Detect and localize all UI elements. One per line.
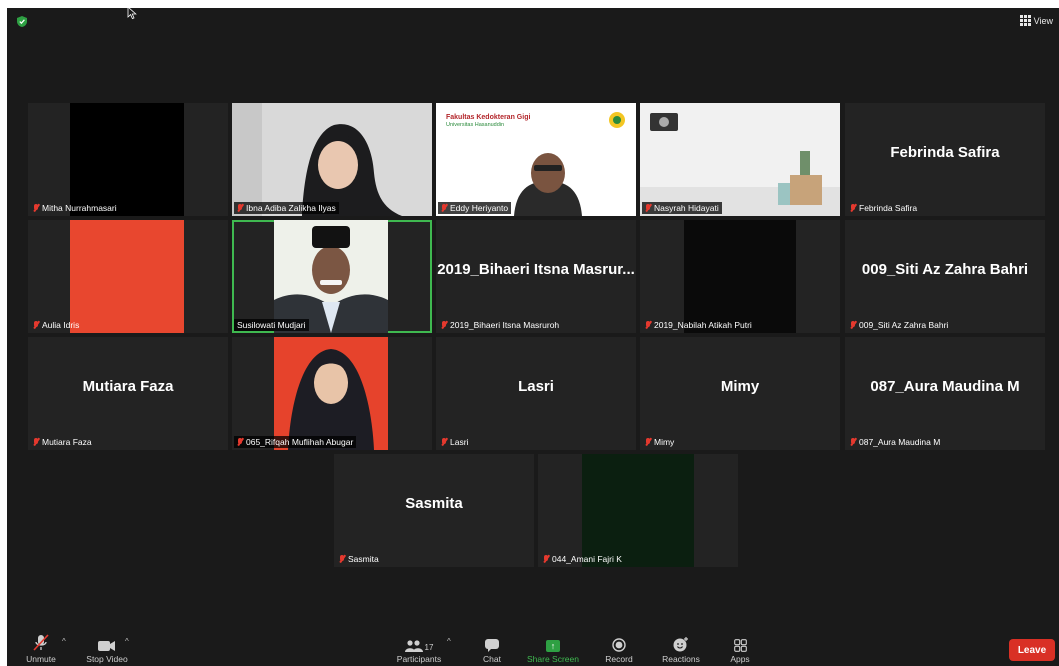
video-feed bbox=[274, 220, 388, 333]
participants-icon bbox=[404, 640, 423, 652]
participant-nameplate: 087_Aura Maudina M bbox=[847, 436, 943, 448]
participant-center-name: 009_Siti Az Zahra Bahri bbox=[861, 261, 1029, 278]
view-button[interactable]: View bbox=[1019, 15, 1053, 26]
record-icon bbox=[612, 638, 626, 652]
mic-muted-icon bbox=[850, 321, 856, 329]
participant-center-name: Sasmita bbox=[405, 495, 463, 512]
participant-nameplate: 065_Rifqah Muflihah Abugar bbox=[234, 436, 357, 448]
mic-muted-icon bbox=[441, 321, 447, 329]
mic-muted-icon bbox=[237, 204, 243, 212]
participant-center-name: Febrinda Safira bbox=[890, 144, 1000, 161]
mic-muted-icon bbox=[645, 438, 651, 446]
participant-tile[interactable]: 065_Rifqah Muflihah Abugar bbox=[232, 337, 432, 450]
participant-nameplate: Nasyrah Hidayati bbox=[642, 202, 722, 214]
participant-tile[interactable]: 044_Amani Fajri K bbox=[538, 454, 738, 567]
participant-tile[interactable]: Mitha Nurrahmasari bbox=[28, 103, 228, 216]
reactions-button[interactable]: Reactions bbox=[657, 634, 705, 664]
mic-muted-icon bbox=[441, 204, 447, 212]
participant-nameplate: Febrinda Safira bbox=[847, 202, 920, 214]
video-feed bbox=[70, 103, 184, 216]
participant-tile[interactable]: Lasri Lasri bbox=[436, 337, 636, 450]
mic-muted-icon bbox=[33, 204, 39, 212]
record-button[interactable]: Record bbox=[601, 634, 637, 664]
participant-center-name: Mimy bbox=[720, 378, 760, 395]
mic-muted-icon bbox=[645, 204, 651, 212]
participant-nameplate: 009_Siti Az Zahra Bahri bbox=[847, 319, 951, 331]
mic-muted-icon bbox=[850, 438, 856, 446]
security-shield-icon[interactable] bbox=[17, 16, 27, 27]
mouse-pointer-icon bbox=[127, 8, 137, 20]
participant-tile[interactable]: Mimy Mimy bbox=[640, 337, 840, 450]
participants-options-chevron-icon[interactable]: ^ bbox=[447, 637, 451, 646]
apps-icon bbox=[733, 639, 747, 652]
participant-nameplate: Lasri bbox=[438, 436, 471, 448]
audio-options-chevron-icon[interactable]: ^ bbox=[62, 637, 66, 646]
zoom-meeting-window: View Mitha Nurrahmasari Ibna Adiba Zalik… bbox=[7, 8, 1059, 666]
video-feed bbox=[232, 103, 432, 216]
participant-tile[interactable]: Nasyrah Hidayati bbox=[640, 103, 840, 216]
participant-center-name: Mutiara Faza bbox=[82, 378, 174, 395]
participant-nameplate: Sasmita bbox=[336, 553, 382, 565]
participant-nameplate: Ibna Adiba Zalikha Ilyas bbox=[234, 202, 339, 214]
participant-tile[interactable]: 009_Siti Az Zahra Bahri 009_Siti Az Zahr… bbox=[845, 220, 1045, 333]
video-feed bbox=[274, 337, 388, 450]
active-speaker-tile[interactable]: Susilowati Mudjari bbox=[232, 220, 432, 333]
chat-bubble-icon bbox=[485, 639, 499, 652]
mic-muted-icon bbox=[33, 438, 39, 446]
video-camera-icon bbox=[98, 641, 115, 651]
apps-button[interactable]: Apps bbox=[725, 634, 755, 664]
participant-nameplate: 2019_Nabilah Atikah Putri bbox=[642, 319, 755, 331]
participant-center-name: Lasri bbox=[518, 378, 554, 395]
participant-nameplate: Susilowati Mudjari bbox=[234, 319, 309, 331]
participant-tile[interactable]: 2019_Bihaeri Itsna Masrur... 2019_Bihaer… bbox=[436, 220, 636, 333]
mic-muted-icon bbox=[543, 555, 549, 563]
participant-tile[interactable]: Fakultas Kedokteran Gigi Universitas Has… bbox=[436, 103, 636, 216]
participant-nameplate: Aulia Idris bbox=[30, 319, 82, 331]
microphone-muted-icon bbox=[33, 634, 49, 651]
participant-nameplate: 044_Amani Fajri K bbox=[540, 553, 625, 565]
video-feed bbox=[640, 103, 840, 216]
mic-muted-icon bbox=[850, 204, 856, 212]
mic-muted-icon bbox=[645, 321, 651, 329]
video-feed bbox=[582, 454, 694, 567]
participant-tile[interactable]: Mutiara Faza Mutiara Faza bbox=[28, 337, 228, 450]
participant-nameplate: Mimy bbox=[642, 436, 677, 448]
meeting-toolbar: Unmute ^ Stop Video ^ 17 Participants ^ … bbox=[7, 630, 1059, 666]
participant-tile[interactable]: 087_Aura Maudina M 087_Aura Maudina M bbox=[845, 337, 1045, 450]
participant-tile[interactable]: Aulia Idris bbox=[28, 220, 228, 333]
participants-button[interactable]: 17 Participants bbox=[391, 634, 447, 664]
participant-center-name: 2019_Bihaeri Itsna Masrur... bbox=[437, 261, 635, 278]
mic-muted-icon bbox=[237, 438, 243, 446]
participant-tile[interactable]: Febrinda Safira Febrinda Safira bbox=[845, 103, 1045, 216]
participant-tile[interactable]: 2019_Nabilah Atikah Putri bbox=[640, 220, 840, 333]
grid-icon bbox=[1019, 15, 1031, 26]
reaction-smiley-icon bbox=[673, 637, 688, 652]
participant-nameplate: Mutiara Faza bbox=[30, 436, 95, 448]
participant-nameplate: Eddy Heriyanto bbox=[438, 202, 512, 214]
participant-tile[interactable]: Ibna Adiba Zalikha Ilyas bbox=[232, 103, 432, 216]
mic-muted-icon bbox=[33, 321, 39, 329]
leave-meeting-button[interactable]: Leave bbox=[1009, 639, 1055, 661]
unmute-button[interactable]: Unmute bbox=[23, 634, 59, 664]
participant-center-name: 087_Aura Maudina M bbox=[870, 378, 1020, 395]
video-feed bbox=[70, 220, 184, 333]
participant-nameplate: 2019_Bihaeri Itsna Masruroh bbox=[438, 319, 562, 331]
mic-muted-icon bbox=[441, 438, 447, 446]
participant-nameplate: Mitha Nurrahmasari bbox=[30, 202, 120, 214]
share-screen-arrow-icon: ↑ bbox=[546, 640, 560, 652]
stop-video-button[interactable]: Stop Video bbox=[83, 634, 131, 664]
slide-subtitle: Universitas Hasanuddin bbox=[446, 122, 505, 128]
video-feed bbox=[684, 220, 796, 333]
video-options-chevron-icon[interactable]: ^ bbox=[125, 637, 129, 646]
participant-tile[interactable]: Sasmita Sasmita bbox=[334, 454, 534, 567]
participants-count: 17 bbox=[424, 643, 434, 652]
slide-title: Fakultas Kedokteran Gigi bbox=[446, 114, 531, 121]
share-screen-button[interactable]: ↑ Share Screen bbox=[523, 634, 583, 664]
mic-muted-icon bbox=[339, 555, 345, 563]
chat-button[interactable]: Chat bbox=[477, 634, 507, 664]
view-label: View bbox=[1033, 15, 1053, 26]
